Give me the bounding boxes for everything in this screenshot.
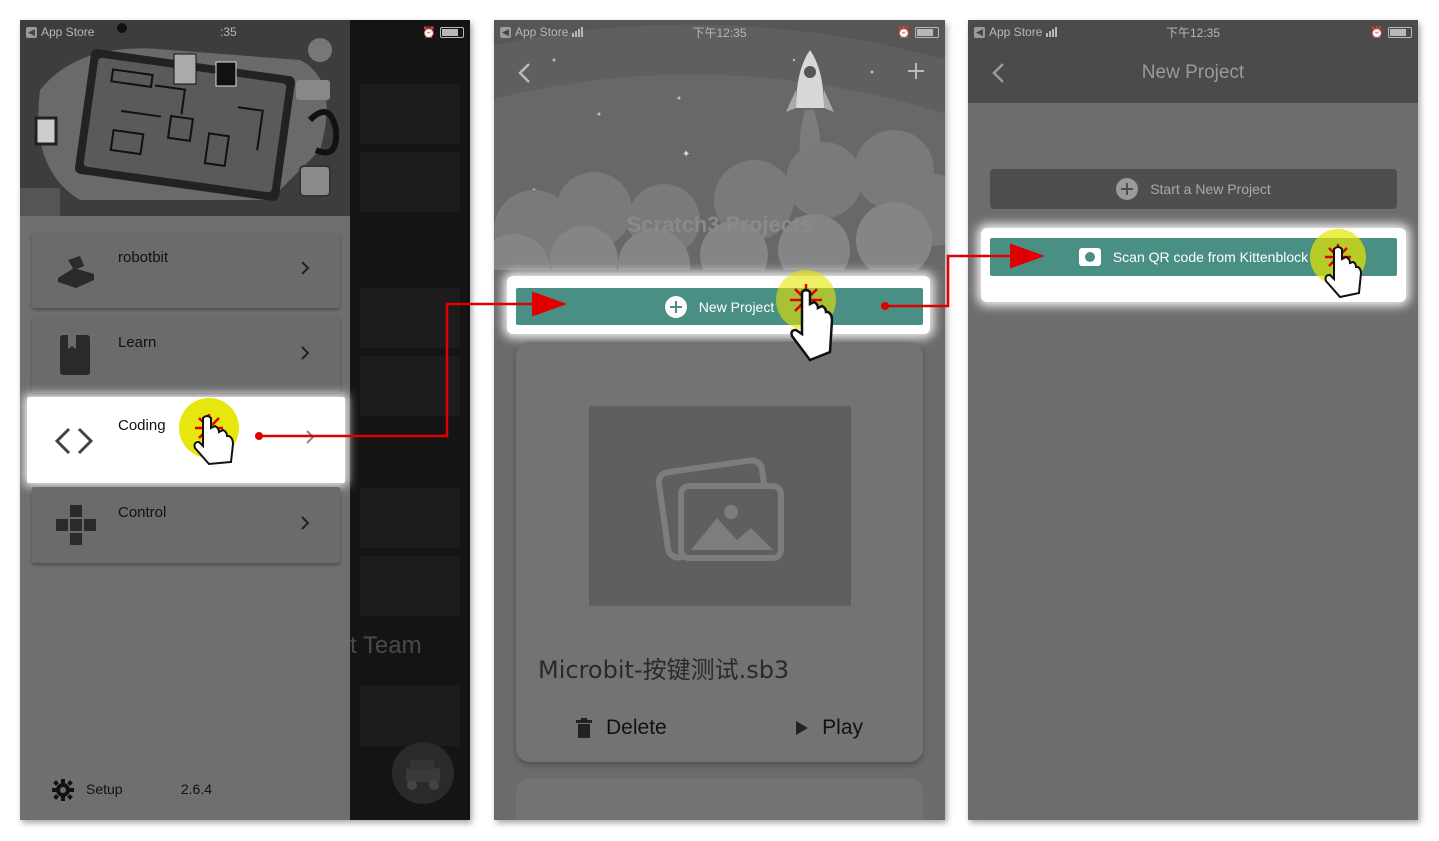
back-chevron-icon[interactable] [990,62,1006,84]
signal-icon [572,27,584,37]
project-thumbnail [589,406,851,606]
menu-item-coding[interactable]: Coding [27,397,345,483]
version-label: 2.6.4 [180,781,212,797]
status-time: 下午12:35 [692,25,747,40]
trash-icon [576,718,592,738]
status-bar: ◀ App Store 下午12:35 ⏰ [494,20,945,44]
svg-text:✦: ✦ [682,149,690,160]
gear-icon[interactable] [52,779,74,801]
phone-screen-menu: t Team robotbit Learn Coding Control Set… [20,20,470,820]
project-card[interactable] [516,778,923,820]
status-bar: ◀ App Store 下午12:35 ⏰ [968,20,1418,44]
menu-item-learn[interactable]: Learn [32,317,340,393]
delete-button[interactable]: Delete [576,716,667,740]
page-title: New Project [1141,62,1245,83]
plus-circle-icon [664,295,687,318]
chevron-right-icon [301,261,310,275]
signal-icon [1046,27,1058,37]
project-name: Microbit-按键测试.sb3 [538,656,790,684]
side-drawer: robotbit Learn Coding Control Setup 2.6.… [20,20,350,820]
alarm-icon: ⏰ [422,26,436,39]
status-time: :35 [220,25,237,39]
new-project-button[interactable]: New Project [516,288,923,325]
phone-screen-projects: ✦ ✦ Scratch3 Projects N [494,20,945,820]
delete-label: Delete [606,716,667,739]
chevron-right-icon [306,430,315,444]
book-icon [60,335,90,375]
status-bar: ◀ App Store :35 ⏰ [20,20,470,44]
phone-screen-new-project: New Project Start a New Project Scan QR … [968,20,1418,820]
scan-qr-label: Scan QR code from Kittenblock [1112,249,1309,265]
back-chevron-icon[interactable] [516,62,532,84]
add-icon[interactable] [907,62,925,80]
battery-icon [440,26,464,38]
play-label: Play [822,716,863,739]
status-time: 下午12:35 [1165,25,1221,40]
menu-item-label: Coding [118,417,166,434]
camera-icon [1078,248,1101,266]
hero-banner: ✦ ✦ [494,20,945,290]
start-new-project-button[interactable]: Start a New Project [990,169,1397,209]
new-project-label: New Project [698,298,775,315]
project-card[interactable]: Microbit-按键测试.sb3 Delete Play [516,342,923,762]
alarm-icon: ⏰ [897,26,911,39]
menu-item-label: Learn [118,334,157,351]
setup-link[interactable]: Setup [86,781,123,797]
status-carrier: App Store [989,25,1043,39]
image-placeholder-icon [655,457,784,561]
chevron-right-icon [301,516,310,530]
code-icon [54,427,94,455]
menu-item-control[interactable]: Control [32,487,340,563]
robot-avatar[interactable] [392,742,454,804]
chevron-right-icon [301,346,310,360]
start-new-project-label: Start a New Project [1150,181,1271,197]
play-icon [796,721,809,735]
scan-qr-button[interactable]: Scan QR code from Kittenblock [990,238,1397,276]
back-to-app-icon[interactable]: ◀ [974,26,985,38]
gamepad-icon [56,505,96,545]
alarm-icon: ⏰ [1370,26,1384,39]
background-page [350,20,470,820]
status-carrier: App Store [41,25,95,39]
back-to-app-icon[interactable]: ◀ [26,26,37,38]
menu-item-robotbit[interactable]: robotbit [32,232,340,308]
battery-icon [1388,26,1412,38]
battery-icon [915,26,939,38]
menu-item-label: Control [118,504,167,521]
status-carrier: App Store [515,25,569,39]
drawer-header-image [20,20,350,216]
page-title: Scratch3 Projects [626,212,813,237]
robot-icon [58,256,94,288]
play-button[interactable]: Play [796,716,863,740]
team-text: t Team [350,632,422,659]
menu-item-label: robotbit [118,249,169,266]
plus-circle-icon [1116,178,1139,200]
back-to-app-icon[interactable]: ◀ [500,26,511,38]
